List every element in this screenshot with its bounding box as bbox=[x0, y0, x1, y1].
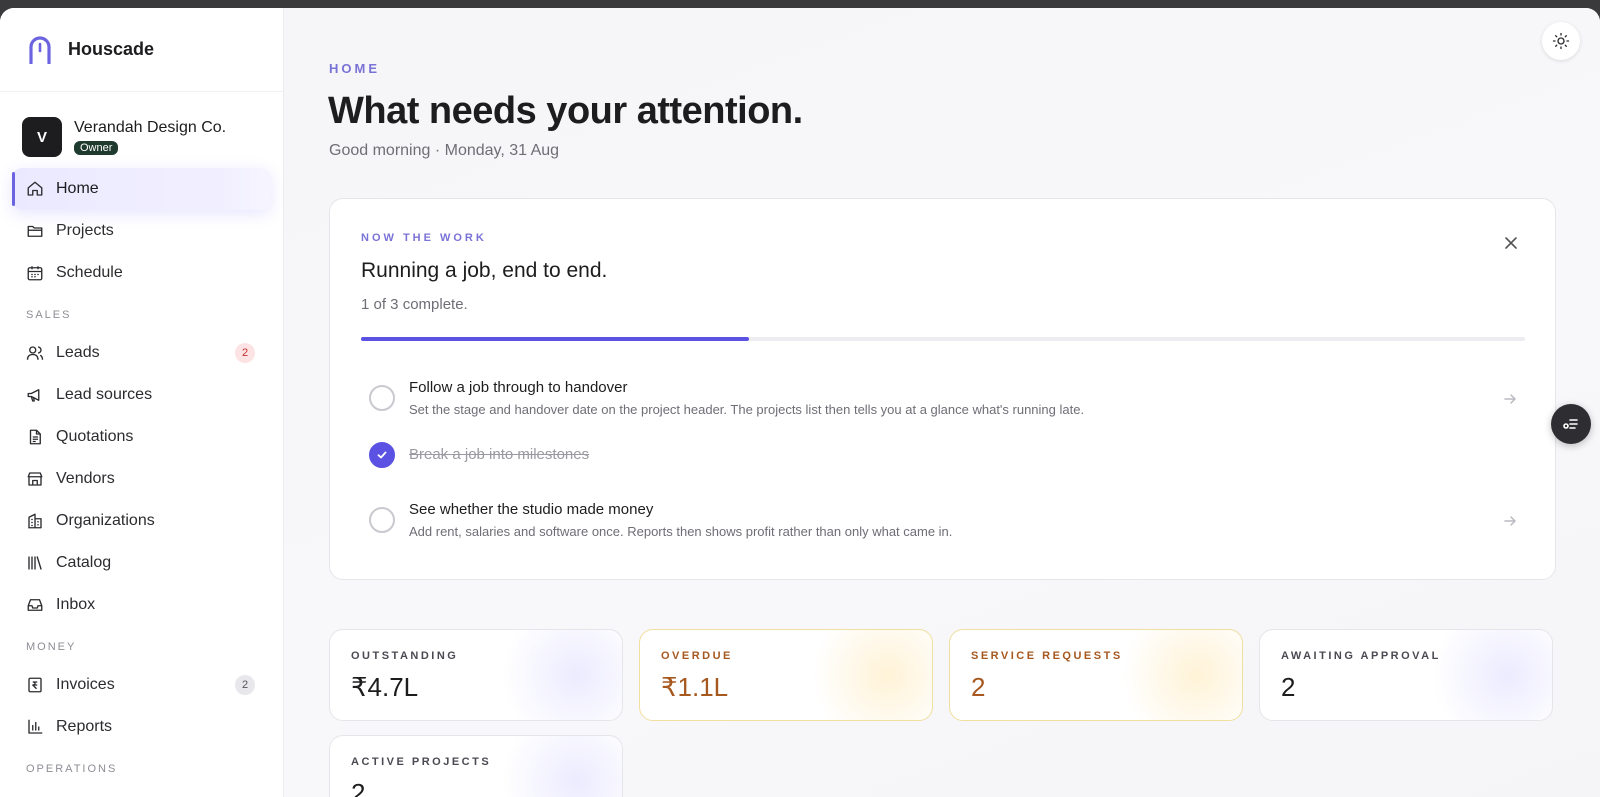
sidebar-item-label: Leads bbox=[56, 344, 100, 361]
sidebar-item-label: Quotations bbox=[56, 428, 134, 445]
task-title: Break a job into milestones bbox=[409, 446, 590, 463]
onboarding-title: Running a job, end to end. bbox=[361, 259, 608, 282]
arrow-right-icon bbox=[1504, 516, 1516, 526]
onboarding-progress-bar bbox=[361, 337, 1525, 341]
section-label-sales: SALES bbox=[26, 309, 72, 321]
greeting-text: Good morning · Monday, 31 Aug bbox=[329, 142, 560, 159]
task-description: Set the stage and handover date on the p… bbox=[409, 402, 1085, 417]
sidebar-item-label: Catalog bbox=[56, 554, 112, 571]
invoice-icon bbox=[26, 676, 44, 694]
home-icon bbox=[26, 180, 44, 198]
checklist-icon bbox=[1563, 419, 1578, 429]
inbox-icon bbox=[26, 596, 44, 614]
library-icon bbox=[26, 554, 44, 572]
task-checkbox[interactable] bbox=[369, 385, 395, 411]
onboarding-card: NOW THE WORK Running a job, end to end. … bbox=[329, 198, 1556, 580]
task-checkbox-checked[interactable] bbox=[369, 442, 395, 468]
task-checkbox[interactable] bbox=[369, 507, 395, 533]
stat-label: OVERDUE bbox=[661, 650, 733, 662]
sidebar-item-label: Lead sources bbox=[56, 386, 153, 403]
folder-icon bbox=[26, 222, 44, 240]
sidebar-item-label: Organizations bbox=[56, 512, 155, 529]
sidebar-item-label: Reports bbox=[56, 718, 113, 735]
workspace-switcher[interactable]: V Verandah Design Co. Owner bbox=[0, 92, 283, 166]
store-icon bbox=[26, 470, 44, 488]
sidebar-item-vendors[interactable]: Vendors bbox=[12, 458, 271, 500]
sidebar-item-catalog[interactable]: Catalog bbox=[12, 542, 271, 584]
checklist-fab-button[interactable] bbox=[1551, 404, 1591, 444]
role-badge: Owner bbox=[74, 140, 119, 155]
progress-fill bbox=[361, 337, 749, 341]
stat-value: 2 bbox=[971, 672, 986, 702]
stat-label: SERVICE REQUESTS bbox=[971, 650, 1123, 662]
close-icon[interactable] bbox=[1503, 235, 1519, 251]
nav-sales: Leads 2 Lead sources Quotations Vendors bbox=[0, 332, 283, 626]
sidebar-item-leads[interactable]: Leads 2 bbox=[12, 332, 271, 374]
bar-chart-icon bbox=[26, 718, 44, 736]
page-title: What needs your attention. bbox=[328, 90, 803, 132]
task-item-handover[interactable]: Follow a job through to handover Set the… bbox=[361, 371, 1525, 427]
app-window: Houscade V Verandah Design Co. Owner Hom… bbox=[0, 8, 1600, 797]
theme-toggle-button[interactable] bbox=[1542, 22, 1580, 60]
task-item-profit[interactable]: See whether the studio made money Add re… bbox=[361, 493, 1525, 549]
main-content: HOME What needs your attention. Good mor… bbox=[284, 8, 1600, 797]
sidebar-item-label: Inbox bbox=[56, 596, 96, 613]
brand[interactable]: Houscade bbox=[0, 8, 283, 92]
stat-card-service-requests[interactable]: SERVICE REQUESTS 2 bbox=[949, 629, 1243, 721]
onboarding-progress-text: 1 of 3 complete. bbox=[361, 296, 468, 313]
stat-card-awaiting-approval[interactable]: AWAITING APPROVAL 2 bbox=[1259, 629, 1553, 721]
sidebar-item-schedule[interactable]: Schedule bbox=[12, 252, 271, 294]
stat-card-outstanding[interactable]: OUTSTANDING ₹4.7L bbox=[329, 629, 623, 721]
sidebar-item-label: Projects bbox=[56, 222, 114, 239]
sidebar: Houscade V Verandah Design Co. Owner Hom… bbox=[0, 8, 284, 797]
leads-count-badge: 2 bbox=[235, 343, 255, 363]
page-eyebrow: HOME bbox=[329, 61, 380, 76]
sidebar-item-quotations[interactable]: Quotations bbox=[12, 416, 271, 458]
brand-name: Houscade bbox=[68, 39, 155, 59]
sidebar-item-projects[interactable]: Projects bbox=[12, 210, 271, 252]
sidebar-item-reports[interactable]: Reports bbox=[12, 706, 271, 748]
brand-logo-icon bbox=[29, 35, 51, 64]
onboarding-eyebrow: NOW THE WORK bbox=[361, 232, 487, 244]
stat-card-active-projects[interactable]: ACTIVE PROJECTS 2 bbox=[329, 735, 623, 797]
stat-value: ₹4.7L bbox=[351, 672, 419, 702]
building-icon bbox=[26, 512, 44, 530]
stat-card-overdue[interactable]: OVERDUE ₹1.1L bbox=[639, 629, 933, 721]
nav-primary: Home Projects Schedule bbox=[0, 168, 283, 294]
nav-money: Invoices 2 Reports bbox=[0, 664, 283, 748]
sidebar-item-label: Home bbox=[56, 180, 99, 197]
arrow-right-icon bbox=[1504, 394, 1516, 404]
sidebar-item-lead-sources[interactable]: Lead sources bbox=[12, 374, 271, 416]
sidebar-item-inbox[interactable]: Inbox bbox=[12, 584, 271, 626]
stat-value: 2 bbox=[351, 778, 366, 797]
stat-value: 2 bbox=[1281, 672, 1296, 702]
sidebar-item-invoices[interactable]: Invoices 2 bbox=[12, 664, 271, 706]
document-icon bbox=[26, 428, 44, 446]
sidebar-item-organizations[interactable]: Organizations bbox=[12, 500, 271, 542]
sidebar-item-home[interactable]: Home bbox=[12, 168, 271, 210]
stat-label: OUTSTANDING bbox=[351, 650, 459, 662]
invoices-count-badge: 2 bbox=[235, 675, 255, 695]
task-item-milestones[interactable]: Break a job into milestones bbox=[361, 435, 1525, 491]
task-title: See whether the studio made money bbox=[409, 501, 654, 518]
section-label-operations: OPERATIONS bbox=[26, 763, 118, 775]
calendar-icon bbox=[26, 264, 44, 282]
check-icon bbox=[377, 451, 387, 459]
stat-label: AWAITING APPROVAL bbox=[1281, 650, 1441, 662]
section-label-money: MONEY bbox=[26, 641, 77, 653]
sidebar-item-label: Vendors bbox=[56, 470, 115, 487]
stat-value: ₹1.1L bbox=[661, 672, 729, 702]
workspace-avatar: V bbox=[22, 117, 62, 157]
megaphone-icon bbox=[26, 386, 44, 404]
workspace-name: Verandah Design Co. bbox=[74, 118, 227, 136]
task-description: Add rent, salaries and software once. Re… bbox=[409, 524, 953, 539]
task-title: Follow a job through to handover bbox=[409, 379, 628, 396]
stat-label: ACTIVE PROJECTS bbox=[351, 756, 492, 768]
sidebar-item-label: Invoices bbox=[56, 676, 115, 693]
sun-icon bbox=[1552, 32, 1570, 50]
sidebar-item-label: Schedule bbox=[56, 264, 123, 281]
users-icon bbox=[26, 344, 44, 362]
